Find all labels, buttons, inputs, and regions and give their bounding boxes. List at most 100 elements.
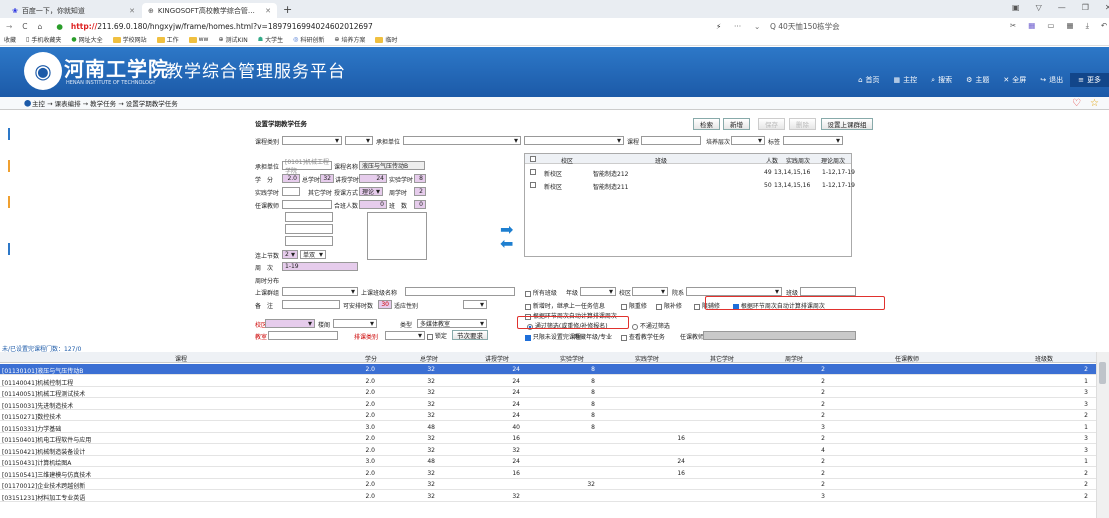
room-type-select[interactable]: 多媒体教室 [417,319,487,328]
browser-tab-kingosoft[interactable]: ⊕ KINGOSOFT高校教学综合管… ✕ [142,3,277,18]
practice-hours-input[interactable] [282,187,300,196]
nopass-radio[interactable] [632,323,638,330]
col-exp[interactable]: 实验学时 [560,354,584,363]
new-button[interactable]: 新增 [723,118,750,130]
schedule-type-select[interactable] [385,331,425,340]
class-count-input[interactable]: 0 [414,200,426,209]
set-group-button[interactable]: 设置上课群组 [821,118,873,130]
extension-icon[interactable]: ▦ [1028,21,1035,31]
url-field[interactable]: http://211.69.0.180/hngxyjw/frame/homes.… [71,22,373,31]
table-row[interactable]: [01150541]三维建模与仿真技术 2.0 32 16 16 2 2 [0,467,1096,479]
table-row[interactable]: [01150401]机电工程软件与应用 2.0 32 16 16 2 3 [0,433,1096,444]
teacher-box[interactable] [285,212,333,222]
nav-home[interactable]: ⌂ 首页 [851,73,886,87]
teacher-box[interactable] [285,236,333,246]
scissors-icon[interactable]: ✂ [1010,21,1016,31]
unset-checkbox[interactable] [525,334,531,341]
teacher-box[interactable] [285,224,333,234]
nav-fullscreen[interactable]: ✕ 全屏 [996,73,1033,87]
pin-icon[interactable]: ▽ [1036,3,1042,12]
apps-icon[interactable]: ▦ [1066,21,1073,31]
bookmark-item[interactable]: 临时 [375,35,397,44]
bookmark-item[interactable]: ◎ 科研创新 [293,35,324,44]
row-checkbox[interactable] [530,182,536,188]
merge-count-input[interactable]: 0 [359,200,387,209]
lightning-icon[interactable]: ⚡ [716,22,721,31]
col-total[interactable]: 总学时 [420,354,438,363]
home-icon[interactable]: ⌂ [38,22,43,31]
teacher-input[interactable] [282,200,332,209]
table-row[interactable]: [01150431]计算机绘图A 3.0 48 24 24 2 1 [0,456,1096,467]
delete-button[interactable]: 删除 [789,118,816,130]
window-icon[interactable]: ▭ [1047,21,1054,31]
select-all-checkbox[interactable] [530,156,536,162]
course-filter-input[interactable] [641,136,701,145]
bookmark-item[interactable]: ⊕ 测试KIN [218,35,247,44]
teacher-filter-input[interactable] [703,331,856,340]
table-row[interactable]: [01140041]机械控制工程 2.0 32 24 8 2 1 [0,375,1096,387]
nav-more[interactable]: ≡ 更多 [1070,73,1109,87]
table-row[interactable]: [01150271]数控技术 2.0 32 24 8 2 2 [0,410,1096,421]
restore-icon[interactable]: ❐ [1082,3,1089,12]
browser-tab-baidu[interactable]: ❀ 百度一下，你就知道 ✕ [6,3,141,18]
nav-main[interactable]: ▦ 主控 [887,73,925,87]
inherit-checkbox[interactable] [525,303,531,310]
save-button[interactable]: 保存 [758,118,785,130]
col-course[interactable]: 课程 [175,354,187,363]
building-select[interactable] [333,319,377,328]
section-select[interactable]: 2 [282,250,298,259]
group-select[interactable] [282,287,358,296]
bookmark-item[interactable]: ☗ 大学生 [258,35,283,44]
campus-select[interactable] [265,319,315,328]
tag-select[interactable] [783,136,843,145]
gender-select[interactable] [463,300,487,309]
minimize-icon[interactable]: — [1058,3,1066,12]
total-hours-input[interactable]: 32 [320,174,334,183]
limit-rep-checkbox[interactable] [621,303,627,310]
col-teacher[interactable]: 任课教师 [895,354,919,363]
course-type-select[interactable] [282,136,342,145]
exp-hours-input[interactable]: 8 [414,174,426,183]
all-classes-checkbox[interactable] [525,290,531,297]
table-row[interactable]: [01150331]力学基础 3.0 48 40 8 3 1 [0,421,1096,433]
bookmark-item[interactable]: 工作 [156,35,179,44]
row-checkbox[interactable] [530,169,536,175]
table-row[interactable]: [03151231]材料加工专业英语 2.0 32 32 3 2 [0,490,1096,502]
view-all-checkbox[interactable] [621,334,627,341]
col-classes[interactable]: 班级数 [1035,354,1053,363]
download-icon[interactable]: ⤓ [1086,21,1089,31]
col-lecture[interactable]: 讲授学时 [485,354,509,363]
col-practice[interactable]: 实践学时 [635,354,659,363]
reload-icon[interactable]: C [22,22,27,31]
tab-list-icon[interactable]: ▣ [1012,3,1020,12]
limit-assist-checkbox[interactable] [694,303,700,310]
course-filter-select[interactable] [524,136,624,145]
bookmark-item[interactable]: 收藏 [4,35,16,44]
grade-select[interactable] [580,287,616,296]
more-icon[interactable]: ··· [734,22,741,31]
undo-icon[interactable]: ↶ [1101,21,1107,31]
table-row[interactable]: [01140051]机械工程测试技术 2.0 32 24 8 2 3 [0,387,1096,398]
search-button[interactable]: 检索 [693,118,720,130]
remark-input[interactable] [282,300,340,309]
col-credit[interactable]: 学分 [365,354,377,363]
class-filter-input[interactable] [800,287,856,296]
heart-icon[interactable]: ♡ [1072,98,1081,109]
teacher-list-box[interactable] [367,212,427,260]
bookmark-item[interactable]: ⊕ 培养方案 [334,35,365,44]
max-hours-input[interactable]: 30 [378,300,392,309]
class-name-input[interactable] [405,287,515,296]
search-field[interactable]: Q 40天恤150栋学会 [770,21,840,32]
nav-logout[interactable]: ↪ 退出 [1033,73,1070,87]
scrollbar-thumb[interactable] [1099,362,1106,384]
table-row[interactable]: [01150031]先进制造技术 2.0 32 24 8 2 3 [0,398,1096,410]
nav-search[interactable]: ⌕ 搜索 [924,73,959,87]
bookmark-item[interactable]: 学校网站 [112,35,147,44]
weeks-input[interactable]: 1-19 [282,262,358,271]
bookmark-item[interactable]: ww [188,36,208,43]
close-icon[interactable]: ✕ [129,7,135,15]
star-icon[interactable]: ☆ [1090,98,1099,109]
dept-filter-select[interactable] [403,136,521,145]
arrow-left-icon[interactable]: ⬅ [500,234,513,253]
table-row[interactable]: [01170012]企业技术跨越创新 2.0 32 32 2 2 [0,479,1096,490]
